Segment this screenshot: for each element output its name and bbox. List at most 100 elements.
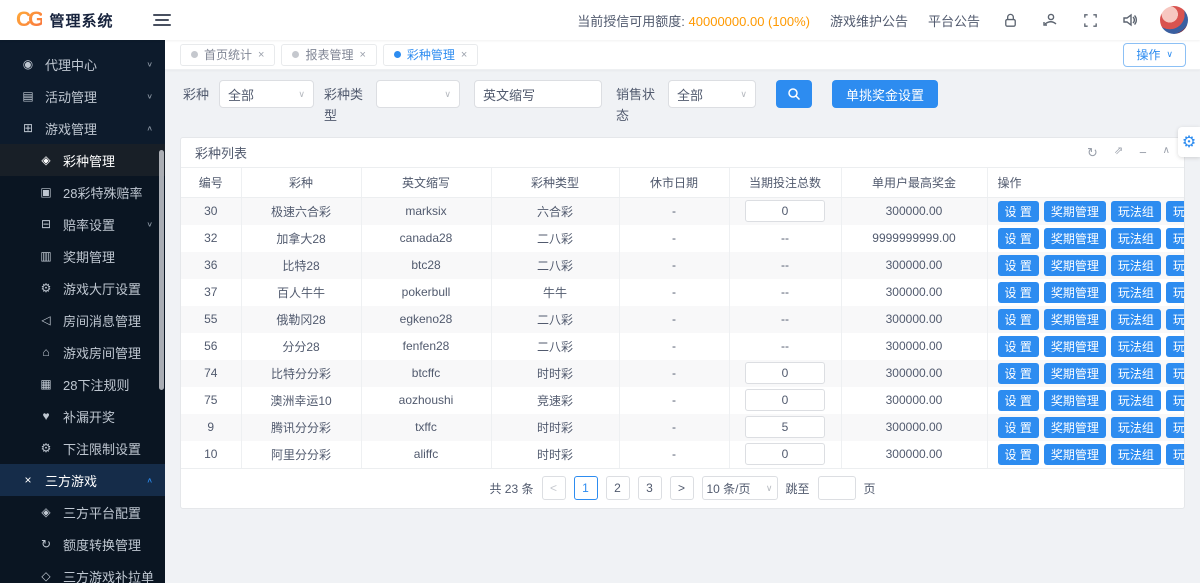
prize-period-manage-button[interactable]: 奖期管理 (1044, 444, 1106, 465)
bets-input[interactable] (745, 416, 825, 438)
play-cluster-button[interactable]: 玩法群 (1166, 444, 1184, 465)
play-group-button[interactable]: 玩法组 (1111, 336, 1161, 357)
theme-settings-gear-icon[interactable]: ⚙ (1178, 127, 1200, 157)
play-cluster-button[interactable]: 玩法群 (1166, 336, 1184, 357)
sidebar-item-14[interactable]: ◈三方平台配置 (0, 496, 165, 528)
type-select[interactable]: ∨ (376, 80, 460, 108)
jump-page-input[interactable] (818, 476, 856, 500)
user-avatar[interactable] (1160, 6, 1188, 34)
prize-period-manage-button[interactable]: 奖期管理 (1044, 201, 1106, 222)
page-button-1[interactable]: 1 (574, 476, 598, 500)
sidebar-item-5[interactable]: ⊟赔率设置∨ (0, 208, 165, 240)
maintenance-notice-link[interactable]: 游戏维护公告 (830, 11, 908, 30)
prize-period-manage-button[interactable]: 奖期管理 (1044, 309, 1106, 330)
column-header: 休市日期 (619, 168, 729, 198)
filter-bar: 彩种 全部∨ 彩种类型 ∨ 英文缩写 销售状态 全部∨ 单挑奖金设置 (183, 80, 1182, 127)
expand-icon[interactable]: ⇗ (1114, 146, 1123, 159)
lock-icon[interactable] (1000, 10, 1020, 30)
sidebar-item-10[interactable]: ▦28下注规则 (0, 368, 165, 400)
next-page-button[interactable]: > (670, 476, 694, 500)
play-cluster-button[interactable]: 玩法群 (1166, 228, 1184, 249)
prev-page-button[interactable]: < (542, 476, 566, 500)
minimize-icon[interactable]: − (1139, 146, 1147, 159)
set-button[interactable]: 设 置 (998, 201, 1039, 222)
page-button-2[interactable]: 2 (606, 476, 630, 500)
status-select[interactable]: 全部∨ (668, 80, 756, 108)
play-group-button[interactable]: 玩法组 (1111, 390, 1161, 411)
set-button[interactable]: 设 置 (998, 336, 1039, 357)
search-button[interactable] (776, 80, 812, 108)
sidebar-item-16[interactable]: ◇三方游戏补拉单 (0, 560, 165, 583)
tab-close-icon[interactable]: × (258, 49, 264, 61)
sidebar-collapse-icon[interactable] (153, 13, 171, 27)
platform-notice-link[interactable]: 平台公告 (928, 11, 980, 30)
prize-period-manage-button[interactable]: 奖期管理 (1044, 363, 1106, 384)
column-header: 英文缩写 (361, 168, 491, 198)
prize-period-manage-button[interactable]: 奖期管理 (1044, 336, 1106, 357)
lottery-select[interactable]: 全部∨ (219, 80, 314, 108)
set-button[interactable]: 设 置 (998, 228, 1039, 249)
page-button-3[interactable]: 3 (638, 476, 662, 500)
operations-dropdown-button[interactable]: 操作∨ (1123, 43, 1186, 67)
bets-input[interactable] (745, 389, 825, 411)
scrollbar-thumb[interactable] (159, 150, 164, 390)
play-group-button[interactable]: 玩法组 (1111, 201, 1161, 222)
bets-input[interactable] (745, 362, 825, 384)
play-group-button[interactable]: 玩法组 (1111, 255, 1161, 276)
set-button[interactable]: 设 置 (998, 255, 1039, 276)
fullscreen-icon[interactable] (1080, 10, 1100, 30)
sidebar-item-12[interactable]: ⚙下注限制设置 (0, 432, 165, 464)
set-button[interactable]: 设 置 (998, 309, 1039, 330)
tab-close-icon[interactable]: × (359, 49, 365, 61)
sidebar-item-7[interactable]: ⚙游戏大厅设置 (0, 272, 165, 304)
set-button[interactable]: 设 置 (998, 444, 1039, 465)
set-button[interactable]: 设 置 (998, 363, 1039, 384)
collapse-icon[interactable]: ∧ (1163, 146, 1170, 159)
sound-icon[interactable] (1120, 10, 1140, 30)
play-group-button[interactable]: 玩法组 (1111, 309, 1161, 330)
play-cluster-button[interactable]: 玩法群 (1166, 309, 1184, 330)
prize-period-manage-button[interactable]: 奖期管理 (1044, 390, 1106, 411)
play-cluster-button[interactable]: 玩法群 (1166, 363, 1184, 384)
bets-input[interactable] (745, 443, 825, 465)
play-cluster-button[interactable]: 玩法群 (1166, 417, 1184, 438)
play-cluster-button[interactable]: 玩法群 (1166, 390, 1184, 411)
play-group-button[interactable]: 玩法组 (1111, 444, 1161, 465)
sidebar-item-15[interactable]: ↻额度转换管理 (0, 528, 165, 560)
english-abbr-input[interactable]: 英文缩写 (474, 80, 602, 108)
single-bonus-setting-button[interactable]: 单挑奖金设置 (832, 80, 938, 108)
prize-period-manage-button[interactable]: 奖期管理 (1044, 417, 1106, 438)
tab-2[interactable]: 彩种管理× (383, 44, 478, 66)
prize-period-manage-button[interactable]: 奖期管理 (1044, 282, 1106, 303)
refresh-icon[interactable]: ↻ (1087, 146, 1098, 159)
set-button[interactable]: 设 置 (998, 417, 1039, 438)
sidebar-item-8[interactable]: ◁房间消息管理 (0, 304, 165, 336)
set-button[interactable]: 设 置 (998, 282, 1039, 303)
sidebar-item-1[interactable]: ▤活动管理∨ (0, 80, 165, 112)
customer-service-icon[interactable] (1040, 10, 1060, 30)
sidebar-item-9[interactable]: ⌂游戏房间管理 (0, 336, 165, 368)
play-group-button[interactable]: 玩法组 (1111, 228, 1161, 249)
sidebar-item-3[interactable]: ◈彩种管理 (0, 144, 165, 176)
sidebar-item-6[interactable]: ▥奖期管理 (0, 240, 165, 272)
page-size-select[interactable]: 10 条/页∨ (702, 476, 778, 500)
play-cluster-button[interactable]: 玩法群 (1166, 255, 1184, 276)
sidebar-item-11[interactable]: ♥补漏开奖 (0, 400, 165, 432)
play-group-button[interactable]: 玩法组 (1111, 363, 1161, 384)
play-group-button[interactable]: 玩法组 (1111, 282, 1161, 303)
sidebar-item-13[interactable]: ×三方游戏∧ (0, 464, 165, 496)
tab-close-icon[interactable]: × (461, 49, 467, 61)
play-cluster-button[interactable]: 玩法群 (1166, 282, 1184, 303)
sidebar-item-4[interactable]: ▣28彩特殊赔率 (0, 176, 165, 208)
prize-period-manage-button[interactable]: 奖期管理 (1044, 255, 1106, 276)
tab-0[interactable]: 首页统计× (180, 44, 275, 66)
bets-input[interactable] (745, 200, 825, 222)
prize-period-manage-button[interactable]: 奖期管理 (1044, 228, 1106, 249)
tab-1[interactable]: 报表管理× (281, 44, 376, 66)
sidebar-item-2[interactable]: ⊞游戏管理∧ (0, 112, 165, 144)
play-cluster-button[interactable]: 玩法群 (1166, 201, 1184, 222)
play-group-button[interactable]: 玩法组 (1111, 417, 1161, 438)
set-button[interactable]: 设 置 (998, 390, 1039, 411)
cell-current-bets: -- (729, 252, 841, 279)
sidebar-item-0[interactable]: ◉代理中心∨ (0, 48, 165, 80)
